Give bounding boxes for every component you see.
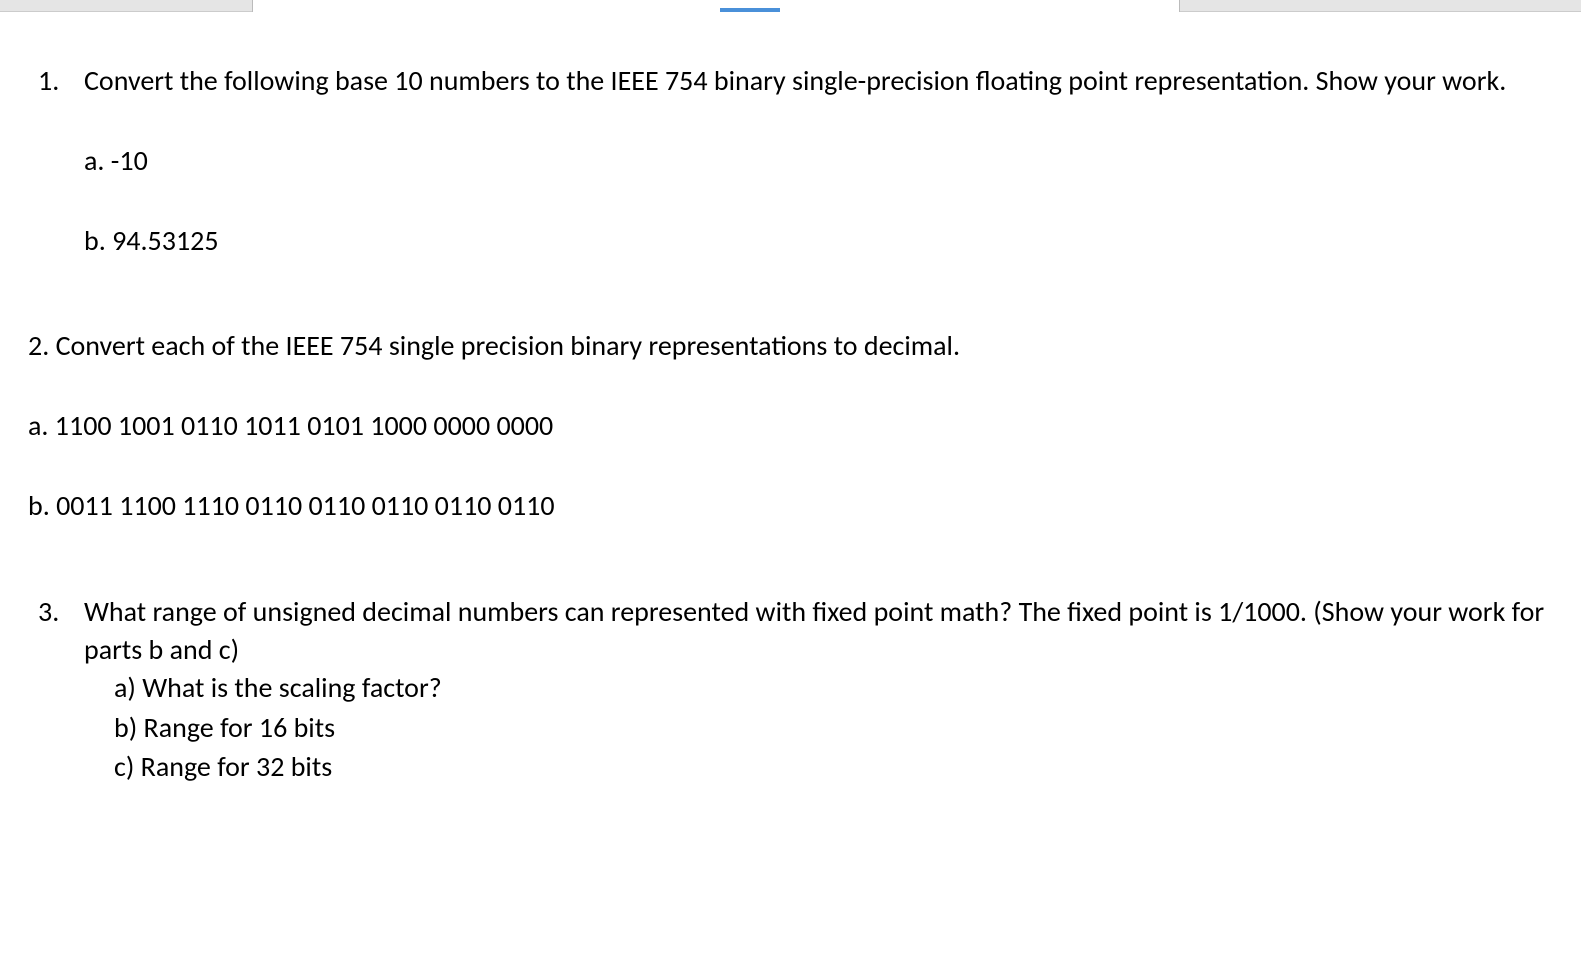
ruler-highlight [720, 8, 780, 12]
question-3-subparts: a) What is the scaling factor? b) Range … [28, 668, 1553, 786]
question-1-prompt: 1. Convert the following base 10 numbers… [28, 62, 1553, 100]
question-3-sub-a: a) What is the scaling factor? [114, 668, 1553, 707]
question-1-number: 1. [28, 62, 84, 100]
question-1-text: Convert the following base 10 numbers to… [84, 62, 1553, 100]
question-2-sub-a: a. 1100 1001 0110 1011 0101 1000 0000 00… [28, 407, 1553, 445]
question-3-number: 3. [28, 593, 84, 669]
question-2-prompt: 2. Convert each of the IEEE 754 single p… [28, 327, 1553, 365]
top-ruler-bar [0, 0, 1581, 12]
question-3-text: What range of unsigned decimal numbers c… [84, 593, 1553, 669]
ruler-segment [252, 0, 1180, 12]
question-1: 1. Convert the following base 10 numbers… [28, 62, 1553, 259]
question-1-subparts: a. -10 b. 94.53125 [28, 142, 1553, 260]
question-1-sub-b: b. 94.53125 [84, 222, 1553, 260]
question-3-prompt: 3. What range of unsigned decimal number… [28, 593, 1553, 669]
document-content: 1. Convert the following base 10 numbers… [0, 12, 1581, 786]
question-2-sub-b: b. 0011 1100 1110 0110 0110 0110 0110 01… [28, 487, 1553, 525]
question-3-sub-b: b) Range for 16 bits [114, 708, 1553, 747]
question-3-sub-c: c) Range for 32 bits [114, 747, 1553, 786]
question-2: 2. Convert each of the IEEE 754 single p… [28, 327, 1553, 524]
question-1-sub-a: a. -10 [84, 142, 1553, 180]
question-3: 3. What range of unsigned decimal number… [28, 593, 1553, 786]
